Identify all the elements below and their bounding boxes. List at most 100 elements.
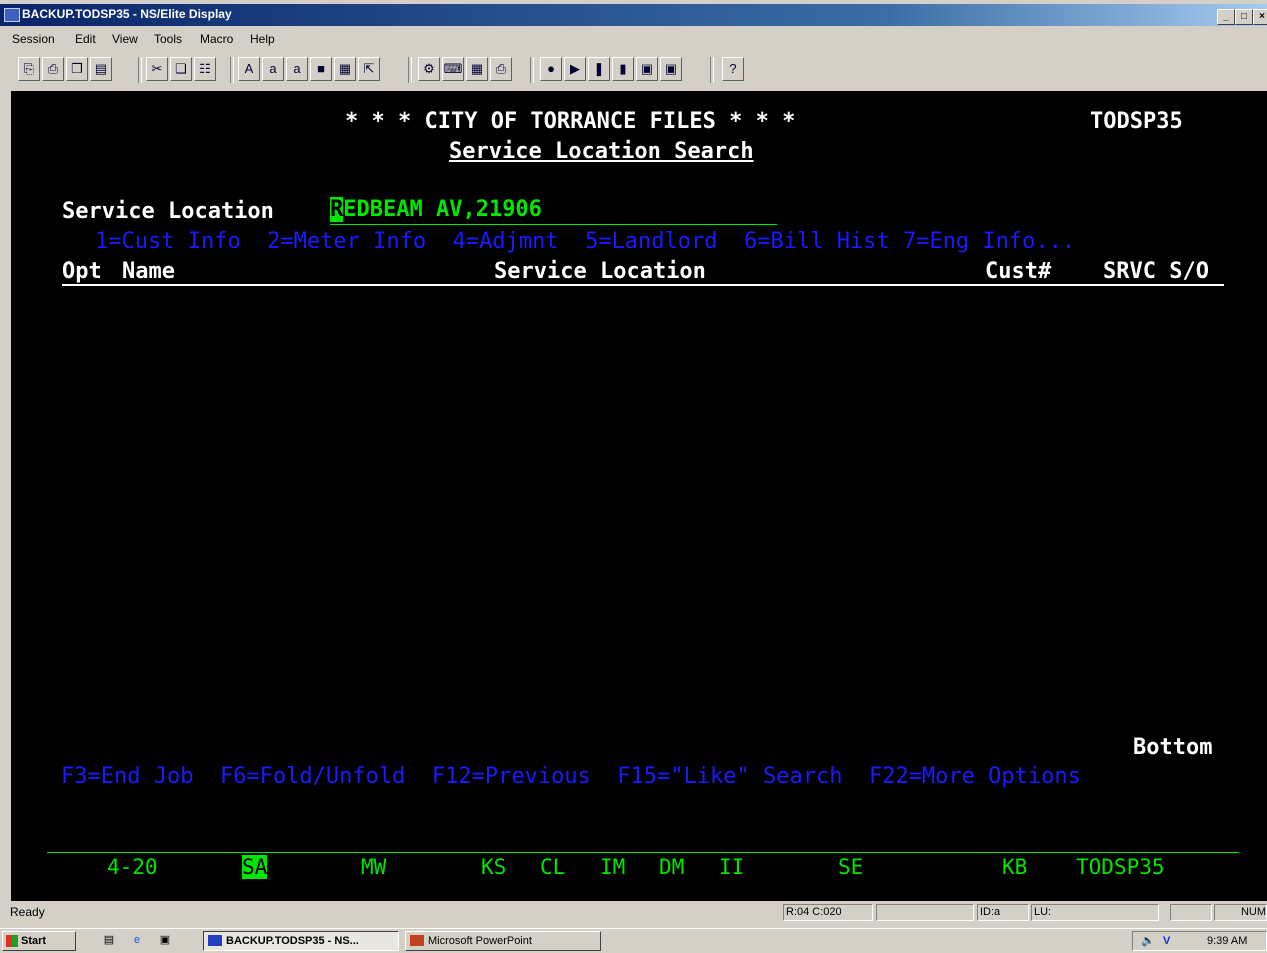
clock: 9:39 AM — [1207, 935, 1248, 947]
terminal-screen[interactable]: * * * CITY OF TORRANCE FILES * * * TODSP… — [11, 91, 1267, 901]
indicator-ks: KS — [481, 855, 507, 879]
pause-macro-icon[interactable]: ❚ — [588, 57, 610, 81]
indicator-kb: KB — [1002, 855, 1028, 879]
status-text: Ready — [10, 905, 45, 919]
menu-macro[interactable]: Macro — [200, 32, 233, 46]
service-location-value: EDBEAM AV,21906 — [343, 197, 542, 222]
col-srvc-header: SRVC S/O — [1103, 259, 1209, 284]
color-icon[interactable]: ■ — [310, 57, 332, 81]
record-macro-icon[interactable]: ● — [540, 57, 562, 81]
status-bar: Ready R:04 C:020 ID:a LU: NUM — [0, 901, 1267, 925]
cut-icon[interactable]: ✂ — [146, 57, 168, 81]
indicator-program: TODSP35 — [1076, 855, 1165, 879]
menu-view[interactable]: View — [112, 32, 138, 46]
copy-icon[interactable]: ❏ — [170, 57, 192, 81]
start-button[interactable]: Start — [2, 931, 76, 951]
font-icon[interactable]: A — [238, 57, 260, 81]
task-emulator-label: BACKUP.TODSP35 - NS... — [226, 935, 359, 947]
taskbar: Start ▤ e ▣ BACKUP.TODSP35 - NS... Micro… — [0, 928, 1267, 953]
paste-icon[interactable]: ☷ — [194, 57, 216, 81]
indicator-dm: DM — [659, 855, 685, 879]
volume-icon[interactable]: 🔈 — [1141, 932, 1155, 950]
col-name-header: Name — [122, 259, 175, 284]
program-id: TODSP35 — [1090, 109, 1183, 134]
status-panel-empty — [876, 904, 974, 921]
toolbar-separator — [408, 57, 412, 83]
session-id: ID:a — [977, 904, 1029, 921]
toolbar-separator — [138, 57, 142, 83]
function-keys: F3=End Job F6=Fold/Unfold F12=Previous F… — [61, 764, 1081, 789]
toolbar-separator — [230, 57, 234, 83]
maximize-button[interactable]: □ — [1235, 9, 1253, 25]
app-icon — [4, 8, 20, 22]
help-icon[interactable]: ? — [722, 57, 744, 81]
task-powerpoint-label: Microsoft PowerPoint — [428, 935, 532, 947]
indicator-se: SE — [838, 855, 864, 879]
menu-help[interactable]: Help — [250, 32, 275, 46]
macro-edit-icon[interactable]: ▣ — [636, 57, 658, 81]
menu-session[interactable]: Session — [12, 32, 55, 46]
header-rule — [62, 284, 1224, 286]
status-panel-empty — [1170, 904, 1212, 921]
toolbar: ⎘ ⎙ ❐ ▤ ✂ ❏ ☷ A a a ■ ▦ ⇱ ⚙ ⌨ ▦ ⎙ ● ▶ ❚ … — [0, 55, 1267, 89]
copy-screen-icon[interactable]: ❐ — [66, 57, 88, 81]
show-desktop-icon[interactable]: ▤ — [98, 931, 120, 951]
indicator-4-20: 4-20 — [107, 855, 158, 879]
grid-icon[interactable]: ▦ — [466, 57, 488, 81]
task-powerpoint[interactable]: Microsoft PowerPoint — [405, 931, 601, 951]
step-macro-icon[interactable]: ▮ — [612, 57, 634, 81]
screen-subtitle: Service Location Search — [449, 139, 754, 164]
window-title: BACKUP.TODSP35 - NS/Elite Display — [22, 7, 232, 21]
start-label: Start — [21, 935, 47, 947]
toolbar-separator — [710, 57, 714, 83]
hotspot-icon[interactable]: ⇱ — [358, 57, 380, 81]
service-location-label: Service Location — [62, 199, 274, 224]
disconnect-icon[interactable]: ⎙ — [42, 57, 64, 81]
col-service-location-header: Service Location — [494, 259, 706, 284]
num-lock-indicator: NUM — [1214, 904, 1267, 921]
col-opt-header: Opt — [62, 259, 102, 284]
bottom-indicator: Bottom — [1133, 735, 1213, 760]
antivirus-icon[interactable]: V — [1163, 932, 1170, 950]
quicklaunch-icon[interactable]: ▣ — [154, 931, 176, 951]
indicator-im: IM — [600, 855, 626, 879]
print-icon[interactable]: ⎙ — [490, 57, 512, 81]
font-size-down-icon[interactable]: a — [286, 57, 308, 81]
macro-stop-icon[interactable]: ▣ — [660, 57, 682, 81]
task-emulator[interactable]: BACKUP.TODSP35 - NS... — [203, 931, 399, 951]
screen-header: * * * CITY OF TORRANCE FILES * * * — [345, 109, 796, 134]
input-underline — [330, 224, 777, 225]
indicator-sa: SA — [242, 855, 268, 879]
properties-icon[interactable]: ▤ — [90, 57, 112, 81]
menu-edit[interactable]: Edit — [75, 32, 96, 46]
minimize-button[interactable]: _ — [1217, 9, 1235, 25]
settings-icon[interactable]: ⚙ — [418, 57, 440, 81]
keyboard-icon[interactable]: ⌨ — [442, 57, 464, 81]
indicator-rule — [47, 852, 1239, 853]
internet-explorer-icon[interactable]: e — [126, 931, 148, 951]
option-legend: 1=Cust Info 2=Meter Info 4=Adjmnt 5=Land… — [95, 229, 1076, 254]
col-cust-header: Cust# — [985, 259, 1052, 284]
cursor-position: R:04 C:020 — [783, 904, 873, 921]
keypad-icon[interactable]: ▦ — [334, 57, 356, 81]
powerpoint-task-icon — [410, 935, 424, 946]
emulator-task-icon — [208, 935, 222, 946]
logical-unit: LU: — [1031, 904, 1159, 921]
play-macro-icon[interactable]: ▶ — [564, 57, 586, 81]
close-button[interactable]: × — [1253, 9, 1267, 25]
connect-icon[interactable]: ⎘ — [18, 57, 40, 81]
system-tray: 🔈 V 9:39 AM — [1132, 931, 1267, 951]
menu-tools[interactable]: Tools — [154, 32, 182, 46]
windows-logo-icon — [6, 935, 18, 947]
service-location-input[interactable]: REDBEAM AV,21906 — [330, 197, 542, 222]
cursor: R — [330, 197, 344, 222]
indicator-ii: II — [719, 855, 745, 879]
indicator-cl: CL — [540, 855, 566, 879]
indicator-mw: MW — [361, 855, 387, 879]
emulator-window: BACKUP.TODSP35 - NS/Elite Display _ □ × … — [0, 0, 1267, 928]
toolbar-separator — [530, 57, 534, 83]
indicator-line: 4-20 SA MW KS CL IM DM II SE KB TODSP35 — [11, 855, 1267, 881]
title-bar[interactable]: BACKUP.TODSP35 - NS/Elite Display _ □ × — [0, 4, 1267, 26]
font-size-up-icon[interactable]: a — [262, 57, 284, 81]
menu-bar: Session Edit View Tools Macro Help — [0, 30, 1267, 50]
